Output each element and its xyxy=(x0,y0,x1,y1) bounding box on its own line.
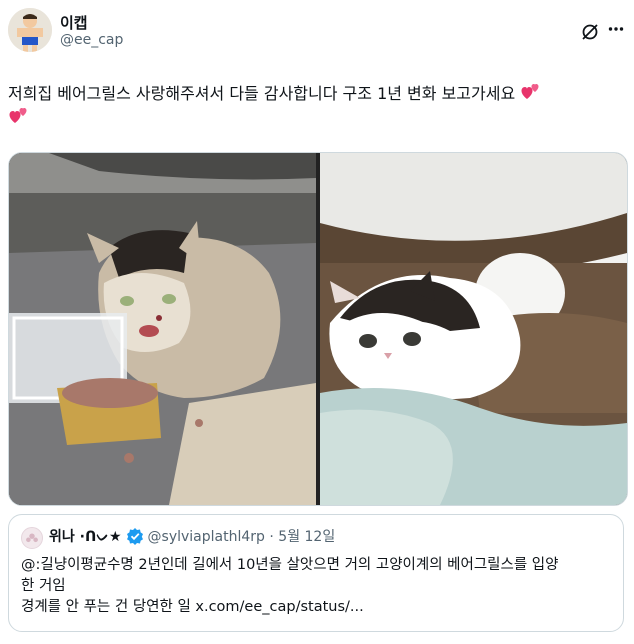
tweet-header: 이캡 @ee_cap xyxy=(8,8,626,64)
author-handle[interactable]: @ee_cap xyxy=(60,32,123,48)
quoted-tweet[interactable]: 위나 ·ᑎᨆ★ @sylviaplathl4rp · 5월 12일 @:길냥이평… xyxy=(8,514,624,632)
quoted-tweet-text: @:길냥이평균수명 2년인데 길에서 10년을 살앗으면 거의 고양이계의 베어… xyxy=(21,555,613,618)
quoted-text-line: 경계를 안 푸는 건 당연한 일 x.com/ee_cap/status/... xyxy=(21,599,364,615)
quoted-tweet-header: 위나 ·ᑎᨆ★ @sylviaplathl4rp · 5월 12일 xyxy=(49,527,335,547)
two-hearts-icon xyxy=(9,108,27,123)
stray-cat-photo-before-rescue[interactable] xyxy=(9,153,316,505)
quoted-author-handle[interactable]: @sylviaplathl4rp xyxy=(148,529,265,545)
quoted-text-line: @:길냥이평균수명 2년인데 길에서 10년을 살앗으면 거의 고양이계의 베어… xyxy=(21,557,559,573)
quoted-tweet-date[interactable]: 5월 12일 xyxy=(278,529,335,545)
quoted-author-avatar[interactable] xyxy=(21,527,43,549)
author-name[interactable]: 이캡 xyxy=(60,12,88,33)
more-options-icon[interactable] xyxy=(608,26,624,32)
separator-dot: · xyxy=(269,529,274,545)
tweet-text: 저희집 베어그릴스 사랑해주셔서 다들 감사합니다 구조 1년 변화 보고가세요 xyxy=(8,82,620,130)
grok-icon[interactable] xyxy=(580,22,600,42)
quoted-text-line: 한 거임 xyxy=(21,578,66,594)
tweet-media[interactable] xyxy=(8,152,628,506)
quoted-author-name[interactable]: 위나 ·ᑎᨆ★ xyxy=(49,529,122,545)
two-hearts-icon xyxy=(521,84,539,99)
verified-badge-icon xyxy=(126,528,143,545)
tweet-body: 저희집 베어그릴스 사랑해주셔서 다들 감사합니다 구조 1년 변화 보고가세요 xyxy=(8,84,516,103)
author-avatar[interactable] xyxy=(8,8,52,52)
cat-photo-after-one-year[interactable] xyxy=(320,153,627,505)
